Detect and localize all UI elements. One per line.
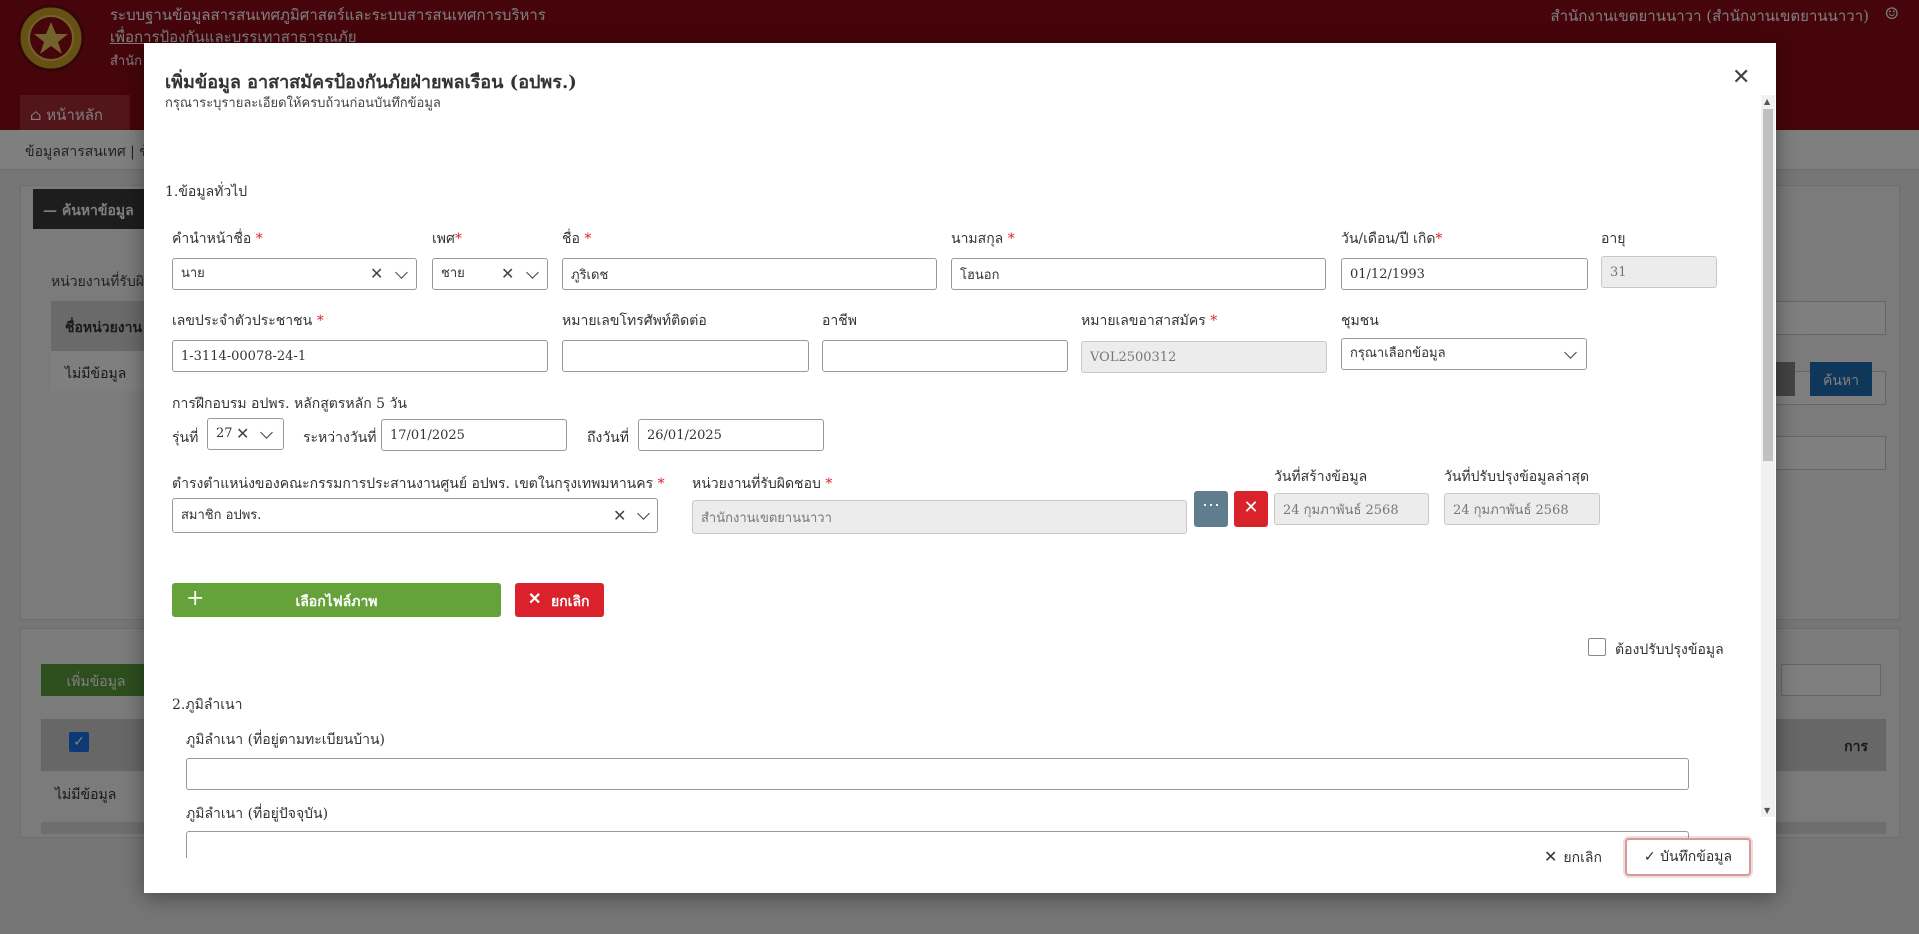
clear-icon[interactable]: ✕ (501, 259, 514, 289)
cancel-image-button[interactable]: ✕ ยกเลิก (515, 583, 604, 617)
close-icon[interactable]: ✕ (1732, 65, 1750, 90)
cancel-image-label: ยกเลิก (551, 594, 590, 610)
chevron-down-icon[interactable] (1564, 346, 1577, 359)
prefix-select-value: นาย (181, 266, 205, 281)
chevron-down-icon[interactable] (526, 266, 539, 279)
select-image-label: เลือกไฟล์ภาพ (295, 594, 378, 610)
save-button[interactable]: ✓ บันทึกข้อมูล (1625, 838, 1751, 876)
needs-update-label: ต้องปรับปรุงข้อมูล (1615, 642, 1724, 658)
batch-select[interactable]: 27 ✕ (207, 418, 284, 450)
chevron-down-icon[interactable] (260, 426, 273, 439)
chevron-down-icon[interactable] (637, 507, 650, 520)
last-name-label: นามสกุล * (951, 231, 1015, 247)
scroll-up-icon[interactable]: ▲ (1764, 97, 1770, 106)
browse-unit-button[interactable]: ⋯ (1194, 491, 1228, 527)
modal-body: 1.ข้อมูลทั่วไป คำนำหน้าชื่อ * นาย ✕ เพศ*… (144, 138, 1759, 858)
committee-position-value: สมาชิก อปพร. (181, 508, 262, 523)
committee-position-label: ตำรงตำแหน่งของคณะกรรมการประสานงานศูนย์ อ… (172, 476, 665, 492)
close-icon: ✕ (1243, 497, 1259, 518)
phone-label: หมายเลขโทรศัพท์ติดต่อ (562, 313, 707, 329)
scroll-down-icon[interactable]: ▼ (1764, 806, 1770, 815)
domicile-current-input[interactable] (186, 831, 1689, 858)
age-label: อายุ (1601, 231, 1626, 247)
clear-icon[interactable]: ✕ (370, 259, 383, 289)
gender-select-value: ชาย (441, 266, 465, 281)
responsible-unit-label: หน่วยงานที่รับผิดชอบ * (692, 476, 833, 492)
chevron-down-icon[interactable] (395, 266, 408, 279)
volunteer-no-label: หมายเลขอาสาสมัคร * (1081, 313, 1218, 329)
add-volunteer-modal: เพิ่มข้อมูล อาสาสมัครป้องกันภัยฝ่ายพลเรื… (144, 43, 1776, 893)
close-icon: ✕ (528, 589, 542, 608)
batch-select-value: 27 (216, 426, 233, 441)
phone-input[interactable] (562, 340, 809, 372)
committee-position-select[interactable]: สมาชิก อปพร. ✕ (172, 498, 658, 533)
first-name-label: ชื่อ * (562, 231, 592, 247)
period-to-input[interactable] (638, 419, 824, 451)
citizen-id-label: เลขประจำตัวประชาชน * (172, 313, 324, 329)
community-label: ชุมชน (1341, 313, 1379, 329)
save-button-label: บันทึกข้อมูล (1660, 849, 1733, 865)
community-select[interactable]: กรุณาเลือกข้อมูล (1341, 338, 1587, 370)
age-input (1601, 256, 1717, 288)
select-image-button[interactable]: + เลือกไฟล์ภาพ (172, 583, 501, 617)
last-name-input[interactable] (951, 258, 1326, 290)
batch-label: รุ่นที่ (172, 430, 199, 446)
section-general-title: 1.ข้อมูลทั่วไป (165, 184, 248, 200)
needs-update-checkbox[interactable] (1588, 638, 1606, 656)
section-domicile-title: 2.ภูมิลำเนา (172, 697, 243, 713)
prefix-label: คำนำหน้าชื่อ * (172, 231, 263, 247)
domicile-registered-input[interactable] (186, 758, 1689, 790)
clear-icon[interactable]: ✕ (613, 499, 626, 532)
more-icon: ⋯ (1202, 495, 1220, 516)
updated-date-label: วันที่ปรับปรุงข้อมูลล่าสุด (1444, 469, 1590, 485)
period-to-label: ถึงวันที่ (587, 430, 629, 446)
period-from-label: ระหว่างวันที่ (303, 430, 377, 446)
birth-date-label: วัน/เดือน/ปี เกิด* (1341, 231, 1443, 247)
gender-select[interactable]: ชาย ✕ (432, 258, 548, 290)
updated-date-input (1444, 493, 1600, 525)
created-date-input (1274, 493, 1429, 525)
clear-unit-button[interactable]: ✕ (1234, 491, 1268, 527)
volunteer-no-input (1081, 341, 1327, 373)
scrollbar-thumb[interactable] (1763, 109, 1773, 461)
clear-icon[interactable]: ✕ (236, 419, 249, 449)
domicile-current-label: ภูมิลำเนา (ที่อยู่ปัจจุบัน) (186, 806, 329, 822)
check-icon: ✓ (1643, 849, 1656, 865)
prefix-select[interactable]: นาย ✕ (172, 258, 417, 290)
footer-cancel-button[interactable]: ✕ ยกเลิก (1544, 847, 1602, 869)
domicile-registered-label: ภูมิลำเนา (ที่อยู่ตามทะเบียนบ้าน) (186, 732, 386, 748)
community-select-value: กรุณาเลือกข้อมูล (1350, 346, 1446, 361)
modal-subtitle: กรุณาระบุรายละเอียดให้ครบถ้วนก่อนบันทึกข… (165, 96, 441, 111)
created-date-label: วันที่สร้างข้อมูล (1274, 469, 1368, 485)
modal-vertical-scrollbar[interactable]: ▲ ▼ (1761, 95, 1775, 817)
footer-cancel-label: ยกเลิก (1563, 850, 1602, 866)
occupation-label: อาชีพ (822, 313, 857, 329)
occupation-input[interactable] (822, 340, 1068, 372)
birth-date-input[interactable] (1341, 258, 1588, 290)
close-icon: ✕ (1544, 847, 1558, 866)
gender-label: เพศ* (432, 231, 462, 247)
responsible-unit-input (692, 500, 1187, 534)
first-name-input[interactable] (562, 258, 937, 290)
period-from-input[interactable] (381, 419, 567, 451)
training-label: การฝึกอบรม อปพร. หลักสูตรหลัก 5 วัน (172, 396, 407, 412)
citizen-id-input[interactable] (172, 340, 548, 372)
